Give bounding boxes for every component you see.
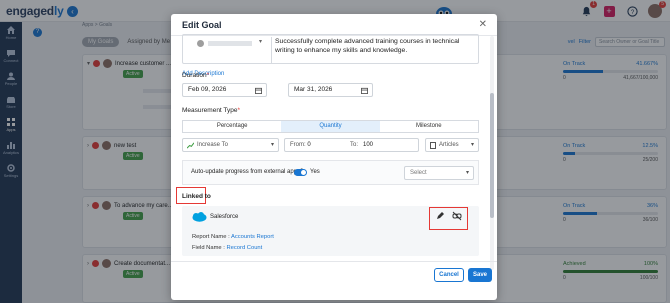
- unlink-icon[interactable]: [452, 211, 462, 221]
- direction-select[interactable]: Increase To ▾: [182, 138, 279, 152]
- highlight-box: [429, 207, 468, 230]
- report-name-row: Report Name : Accounts Report: [192, 234, 274, 240]
- linked-to-label: Linked to: [182, 193, 211, 200]
- range-input[interactable]: From: 0 To: 100: [284, 138, 419, 152]
- edit-goal-modal: Edit Goal ✕ ▾ Successfully complete adva…: [171, 14, 497, 300]
- auto-update-toggle[interactable]: [294, 169, 307, 176]
- chevron-down-icon: ▾: [465, 170, 469, 176]
- calendar-icon: [255, 87, 262, 94]
- chevron-down-icon: ▾: [470, 142, 474, 148]
- chevron-down-icon[interactable]: ▾: [259, 38, 262, 45]
- chevron-down-icon: ▾: [270, 142, 274, 148]
- option-milestone[interactable]: Milestone: [380, 121, 478, 132]
- description-text[interactable]: Successfully complete advanced training …: [275, 37, 475, 55]
- duration-label: Duration*: [182, 72, 210, 79]
- save-button[interactable]: Save: [468, 268, 492, 282]
- auto-update-section: Auto-update progress from external apps?…: [182, 160, 479, 185]
- edit-pencil-icon[interactable]: [435, 211, 445, 221]
- document-icon: [430, 142, 436, 149]
- trend-up-icon: [187, 142, 194, 149]
- option-quantity[interactable]: Quantity: [281, 121, 380, 132]
- integration-name: Salesforce: [210, 214, 239, 220]
- cancel-button[interactable]: Cancel: [434, 268, 464, 282]
- report-name-link[interactable]: Accounts Report: [231, 234, 274, 240]
- modal-scrollbar[interactable]: [490, 36, 494, 270]
- start-date-input[interactable]: Feb 09, 2026: [182, 83, 267, 97]
- app-select[interactable]: Select ▾: [404, 166, 474, 180]
- unit-select[interactable]: Articles ▾: [425, 138, 479, 152]
- avatar: [197, 40, 204, 47]
- toggle-state-label: Yes: [310, 169, 320, 175]
- measurement-type-selector: Percentage Quantity Milestone: [182, 120, 479, 133]
- close-icon[interactable]: ✕: [479, 19, 487, 30]
- salesforce-logo-icon: [192, 212, 207, 222]
- end-date-input[interactable]: Mar 31, 2026: [288, 83, 373, 97]
- field-name-link[interactable]: Record Count: [227, 245, 263, 251]
- calendar-icon: [361, 87, 368, 94]
- option-percentage[interactable]: Percentage: [183, 121, 281, 132]
- field-name-row: Field Name : Record Count: [192, 245, 263, 251]
- auto-update-label: Auto-update progress from external apps?: [191, 169, 304, 175]
- measurement-type-label: Measurement Type*: [182, 107, 241, 114]
- owner-name-placeholder: [208, 41, 252, 46]
- goal-description-row[interactable]: ▾ Successfully complete advanced trainin…: [182, 34, 479, 64]
- modal-title: Edit Goal: [182, 20, 222, 30]
